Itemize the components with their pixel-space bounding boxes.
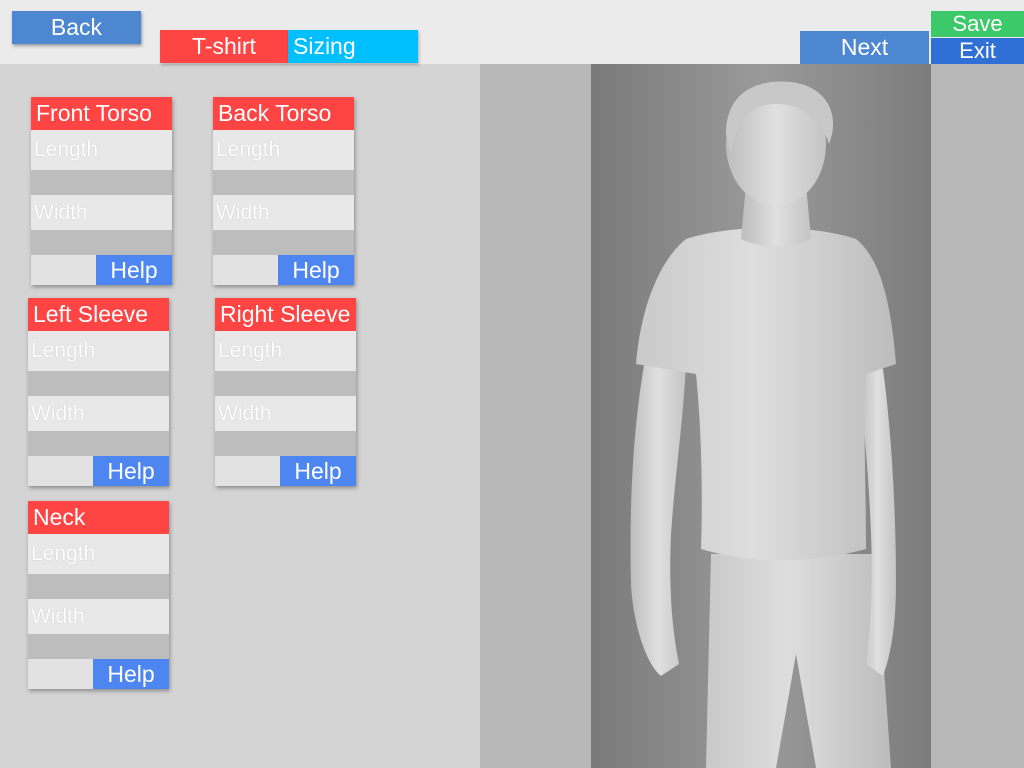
width-field[interactable]: Width [28,396,169,431]
help-button[interactable]: Help [93,659,169,689]
left-sleeve-panel: Left Sleeve Length Width Help [28,298,169,486]
length-field[interactable]: Length [31,130,172,170]
width-field[interactable]: Width [213,195,354,230]
front-torso-panel: Front Torso Length Width Help [31,97,172,285]
length-field[interactable]: Length [215,331,356,371]
panel-title: Front Torso [31,97,172,130]
length-field[interactable]: Length [28,534,169,574]
model-viewport[interactable] [591,64,931,768]
save-button[interactable]: Save [931,11,1024,37]
viewport-margin-left [480,64,591,768]
panel-title: Back Torso [213,97,354,130]
back-torso-panel: Back Torso Length Width Help [213,97,354,285]
length-field[interactable]: Length [213,130,354,170]
breadcrumb-step: Sizing [288,30,418,63]
width-field[interactable]: Width [28,599,169,634]
next-button[interactable]: Next [800,31,929,64]
back-button[interactable]: Back [12,11,141,44]
exit-button[interactable]: Exit [931,38,1024,64]
width-field[interactable]: Width [215,396,356,431]
mannequin-figure [630,81,896,768]
help-button[interactable]: Help [93,456,169,486]
help-button[interactable]: Help [280,456,356,486]
help-button[interactable]: Help [278,255,354,285]
breadcrumb-garment[interactable]: T-shirt [160,30,288,63]
viewport-margin-right [931,64,1024,768]
panel-title: Left Sleeve [28,298,169,331]
length-field[interactable]: Length [28,331,169,371]
width-field[interactable]: Width [31,195,172,230]
help-button[interactable]: Help [96,255,172,285]
panel-title: Right Sleeve [215,298,356,331]
right-sleeve-panel: Right Sleeve Length Width Help [215,298,356,486]
panel-title: Neck [28,501,169,534]
neck-panel: Neck Length Width Help [28,501,169,689]
